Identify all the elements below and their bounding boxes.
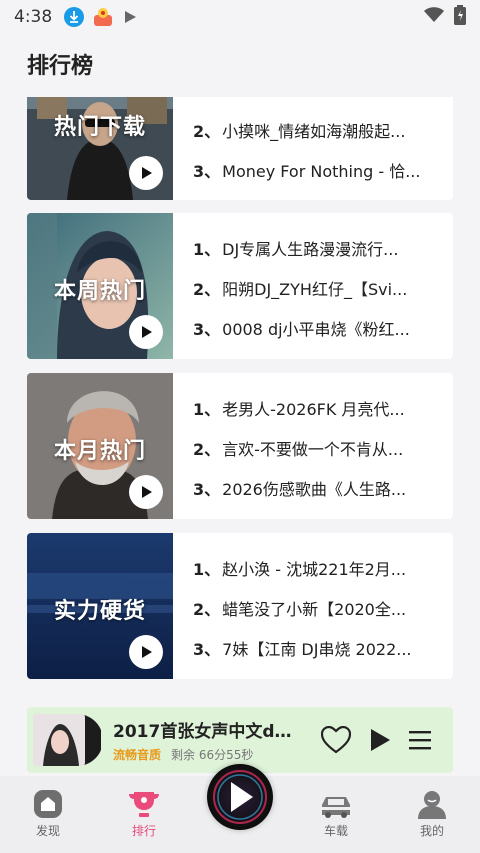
track-rank: 3、	[193, 162, 221, 181]
play-button[interactable]	[369, 728, 391, 752]
status-time: 4:38	[14, 7, 53, 27]
chart-cover[interactable]: 本月热门	[27, 373, 173, 519]
track-rank: 2、	[193, 600, 221, 619]
track-title: 蜡笔没了小新【2020全...	[222, 600, 407, 619]
track-title: 赵小涣 - 沈城221年2月...	[222, 560, 407, 579]
favorite-button[interactable]	[321, 726, 351, 754]
nav-mine[interactable]: 我的	[384, 776, 480, 853]
track-item[interactable]: 2、 蜡笔没了小新【2020全...	[193, 588, 453, 628]
track-item[interactable]: 1、 老男人-2026FK 月亮代...	[193, 388, 453, 428]
chart-cover-label: 实力硬货	[53, 599, 146, 624]
track-title: Money For Nothing - 恰...	[222, 162, 421, 181]
app-notification-icon	[92, 6, 114, 28]
audio-quality-button[interactable]: 流畅音质	[113, 746, 161, 763]
play-chart-button[interactable]	[129, 635, 163, 669]
nav-car-label: 车载	[323, 824, 348, 838]
nav-discover[interactable]: 发现	[0, 776, 96, 853]
chart-card-hot-download[interactable]: 热门下载 2、 小摸咪_情绪如海潮般起... 3、 Money For Noth…	[27, 97, 453, 200]
track-item[interactable]: 3、 2026伤感歌曲《人生路...	[193, 468, 453, 508]
play-icon	[142, 167, 152, 179]
track-rank: 2、	[193, 280, 221, 299]
nav-car[interactable]: 车载	[288, 776, 384, 853]
chart-cover-label: 本月热门	[53, 439, 146, 464]
track-rank: 3、	[193, 480, 221, 499]
track-title: 0008 dj小平串烧《粉红...	[222, 320, 410, 339]
track-title: 7妹【江南 DJ串烧 2022...	[222, 640, 412, 659]
page-title: 排行榜	[27, 54, 94, 79]
track-item[interactable]: 2、 小摸咪_情绪如海潮般起...	[193, 110, 453, 150]
status-bar: 4:38	[0, 0, 480, 34]
track-title: 2026伤感歌曲《人生路...	[222, 480, 407, 499]
nav-ranking[interactable]: 排行	[96, 776, 192, 853]
play-chart-button[interactable]	[129, 315, 163, 349]
track-rank: 2、	[193, 440, 221, 459]
track-title: 阳朔DJ_ZYH红仔_【Svi...	[222, 280, 408, 299]
track-rank: 3、	[193, 320, 221, 339]
playlist-button[interactable]	[409, 730, 431, 750]
track-title: 小摸咪_情绪如海潮般起...	[222, 122, 406, 141]
menu-icon	[409, 731, 431, 750]
track-title: 老男人-2026FK 月亮代...	[222, 400, 405, 419]
car-icon	[320, 793, 352, 819]
wifi-icon	[424, 7, 444, 27]
chart-card-monthly-hot[interactable]: 本月热门 1、 老男人-2026FK 月亮代... 2、 言欢-不要做一个不肯从…	[27, 373, 453, 519]
nav-center-play-button[interactable]	[207, 764, 273, 830]
track-rank: 1、	[193, 400, 221, 419]
trophy-icon	[127, 789, 161, 819]
mini-player-artwork[interactable]	[33, 712, 103, 768]
track-rank: 1、	[193, 240, 221, 259]
play-chart-button[interactable]	[129, 475, 163, 509]
remaining-time: 剩余 66分55秒	[171, 748, 254, 762]
battery-icon	[454, 5, 466, 29]
track-title: 言欢-不要做一个不肯从...	[222, 440, 404, 459]
track-rank: 2、	[193, 122, 221, 141]
track-title: DJ专属人生路漫漫流行...	[222, 240, 399, 259]
play-icon	[142, 326, 152, 338]
chart-cover[interactable]: 本周热门	[27, 213, 173, 359]
play-icon	[142, 646, 152, 658]
track-item[interactable]: 2、 言欢-不要做一个不肯从...	[193, 428, 453, 468]
heart-icon	[321, 726, 351, 754]
user-icon	[417, 789, 447, 819]
nav-mine-label: 我的	[419, 824, 444, 838]
play-chart-button[interactable]	[129, 156, 163, 190]
nav-discover-label: 发现	[35, 824, 60, 838]
chart-cover-label: 本周热门	[53, 279, 146, 304]
track-item[interactable]: 3、 0008 dj小平串烧《粉红...	[193, 308, 453, 348]
ranking-list[interactable]: 热门下载 2、 小摸咪_情绪如海潮般起... 3、 Money For Noth…	[0, 97, 480, 700]
play-icon	[142, 486, 152, 498]
nav-ranking-label: 排行	[131, 824, 156, 838]
chart-cover[interactable]: 实力硬货	[27, 533, 173, 679]
chart-cover[interactable]: 热门下载	[27, 97, 173, 200]
chart-card-weekly-hot[interactable]: 本周热门 1、 DJ专属人生路漫漫流行... 2、 阳朔DJ_ZYH红仔_【Sv…	[27, 213, 453, 359]
track-item[interactable]: 3、 7妹【江南 DJ串烧 2022...	[193, 628, 453, 668]
chart-cover-label: 热门下载	[53, 115, 146, 140]
play-store-icon	[122, 9, 138, 25]
now-playing-title: 2017首张女声中文dj..	[113, 722, 293, 742]
track-item[interactable]: 1、 赵小涣 - 沈城221年2月...	[193, 548, 453, 588]
track-rank: 3、	[193, 640, 221, 659]
track-rank: 1、	[193, 560, 221, 579]
album-art-image	[33, 714, 103, 766]
play-icon	[371, 729, 390, 751]
track-item[interactable]: 1、 DJ专属人生路漫漫流行...	[193, 228, 453, 268]
download-notification-icon	[64, 7, 85, 27]
now-playing-disc-icon	[213, 770, 267, 824]
track-item[interactable]: 2、 阳朔DJ_ZYH红仔_【Svi...	[193, 268, 453, 308]
track-item[interactable]: 3、 Money For Nothing - 恰...	[193, 150, 453, 190]
chart-card-strength-picks[interactable]: 实力硬货 1、 赵小涣 - 沈城221年2月... 2、 蜡笔没了小新【2020…	[27, 533, 453, 679]
home-icon	[33, 789, 63, 819]
